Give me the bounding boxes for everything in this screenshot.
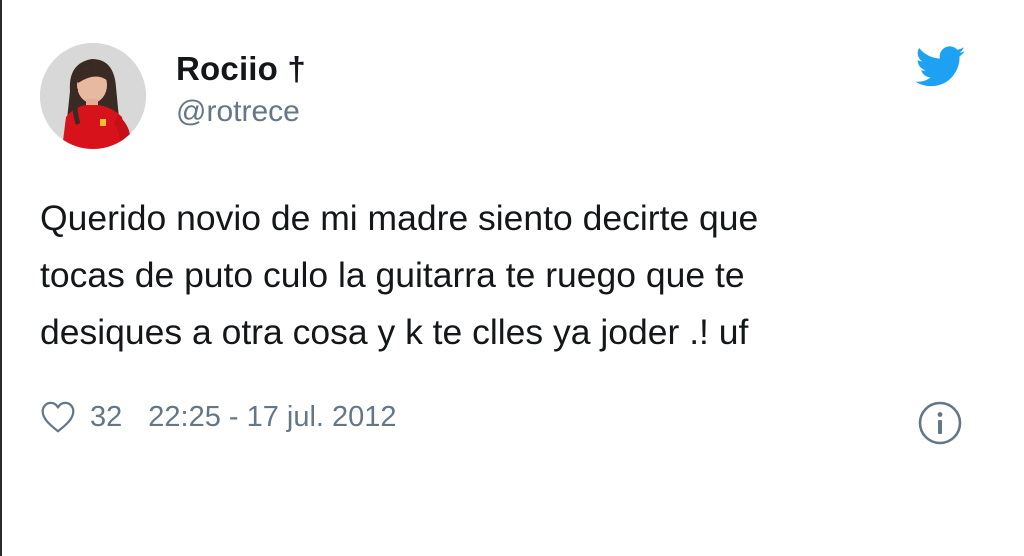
tweet-text-line: tocas de puto culo la guitarra te ruego …: [40, 255, 745, 295]
tweet-text-line: desiques a otra cosa y k te clles ya jod…: [40, 312, 749, 352]
avatar[interactable]: [40, 43, 146, 149]
display-name[interactable]: Rociio †: [176, 50, 306, 88]
like-button[interactable]: 32: [40, 400, 122, 434]
timestamp[interactable]: 22:25 - 17 jul. 2012: [148, 401, 396, 434]
like-count: 32: [90, 400, 123, 433]
card-border: [0, 0, 2, 556]
info-icon[interactable]: [917, 400, 963, 446]
twitter-bird-icon[interactable]: [916, 46, 966, 88]
user-handle[interactable]: @rotrece: [176, 95, 300, 129]
tweet-card: Rociio † @rotrece Querido novio de mi ma…: [0, 0, 1024, 556]
heart-icon: [41, 401, 75, 433]
tweet-text-line: Querido novio de mi madre siento decirte…: [40, 198, 759, 238]
avatar-photo: [40, 43, 146, 149]
tweet-footer: 32 22:25 - 17 jul. 2012: [40, 395, 397, 439]
tweet-text: Querido novio de mi madre siento decirte…: [40, 190, 970, 361]
